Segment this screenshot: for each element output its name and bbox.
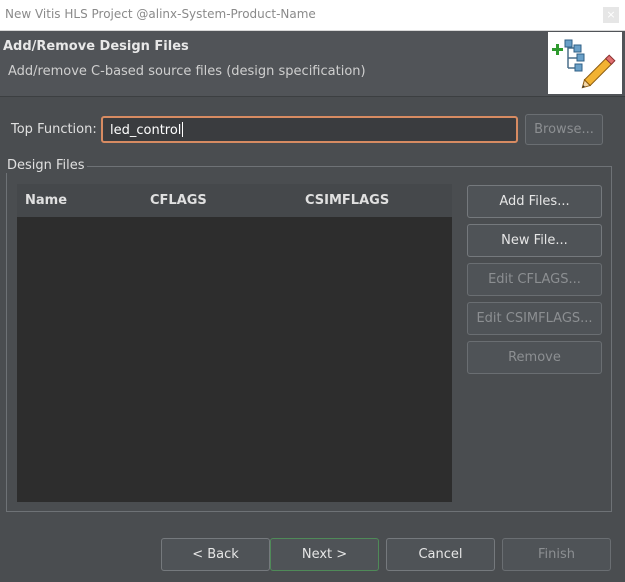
text-caret [182,122,184,137]
tree-pencil-icon [552,39,616,89]
title-bar: New Vitis HLS Project @alinx-System-Prod… [0,0,625,31]
top-function-input[interactable]: led_control [101,116,518,143]
wizard-banner-icon [548,32,622,94]
close-icon: × [606,8,616,21]
finish-button[interactable]: Finish [502,538,611,571]
column-header-name[interactable]: Name [25,193,67,208]
top-function-label: Top Function: [11,122,97,137]
back-button[interactable]: < Back [161,538,270,571]
top-function-value: led_control [110,123,182,138]
browse-button[interactable]: Browse... [525,114,603,145]
column-header-csimflags[interactable]: CSIMFLAGS [305,193,389,208]
next-button[interactable]: Next > [270,538,379,571]
design-files-group-label: Design Files [5,158,87,173]
wizard-header: Add/Remove Design Files Add/remove C-bas… [0,31,625,97]
cancel-button[interactable]: Cancel [386,538,495,571]
remove-button[interactable]: Remove [467,341,602,374]
page-title: Add/Remove Design Files [3,39,189,54]
window-title: New Vitis HLS Project @alinx-System-Prod… [5,7,316,21]
column-header-cflags[interactable]: CFLAGS [150,193,207,208]
design-files-table[interactable]: Name CFLAGS CSIMFLAGS [17,184,452,502]
table-header: Name CFLAGS CSIMFLAGS [17,184,452,217]
page-subtitle: Add/remove C-based source files (design … [8,64,366,79]
dialog-window: New Vitis HLS Project @alinx-System-Prod… [0,0,625,582]
edit-cflags-button[interactable]: Edit CFLAGS... [467,263,602,296]
edit-csimflags-button[interactable]: Edit CSIMFLAGS... [467,302,602,335]
new-file-button[interactable]: New File... [467,224,602,257]
add-files-button[interactable]: Add Files... [467,185,602,218]
window-close-button[interactable]: × [603,7,619,23]
